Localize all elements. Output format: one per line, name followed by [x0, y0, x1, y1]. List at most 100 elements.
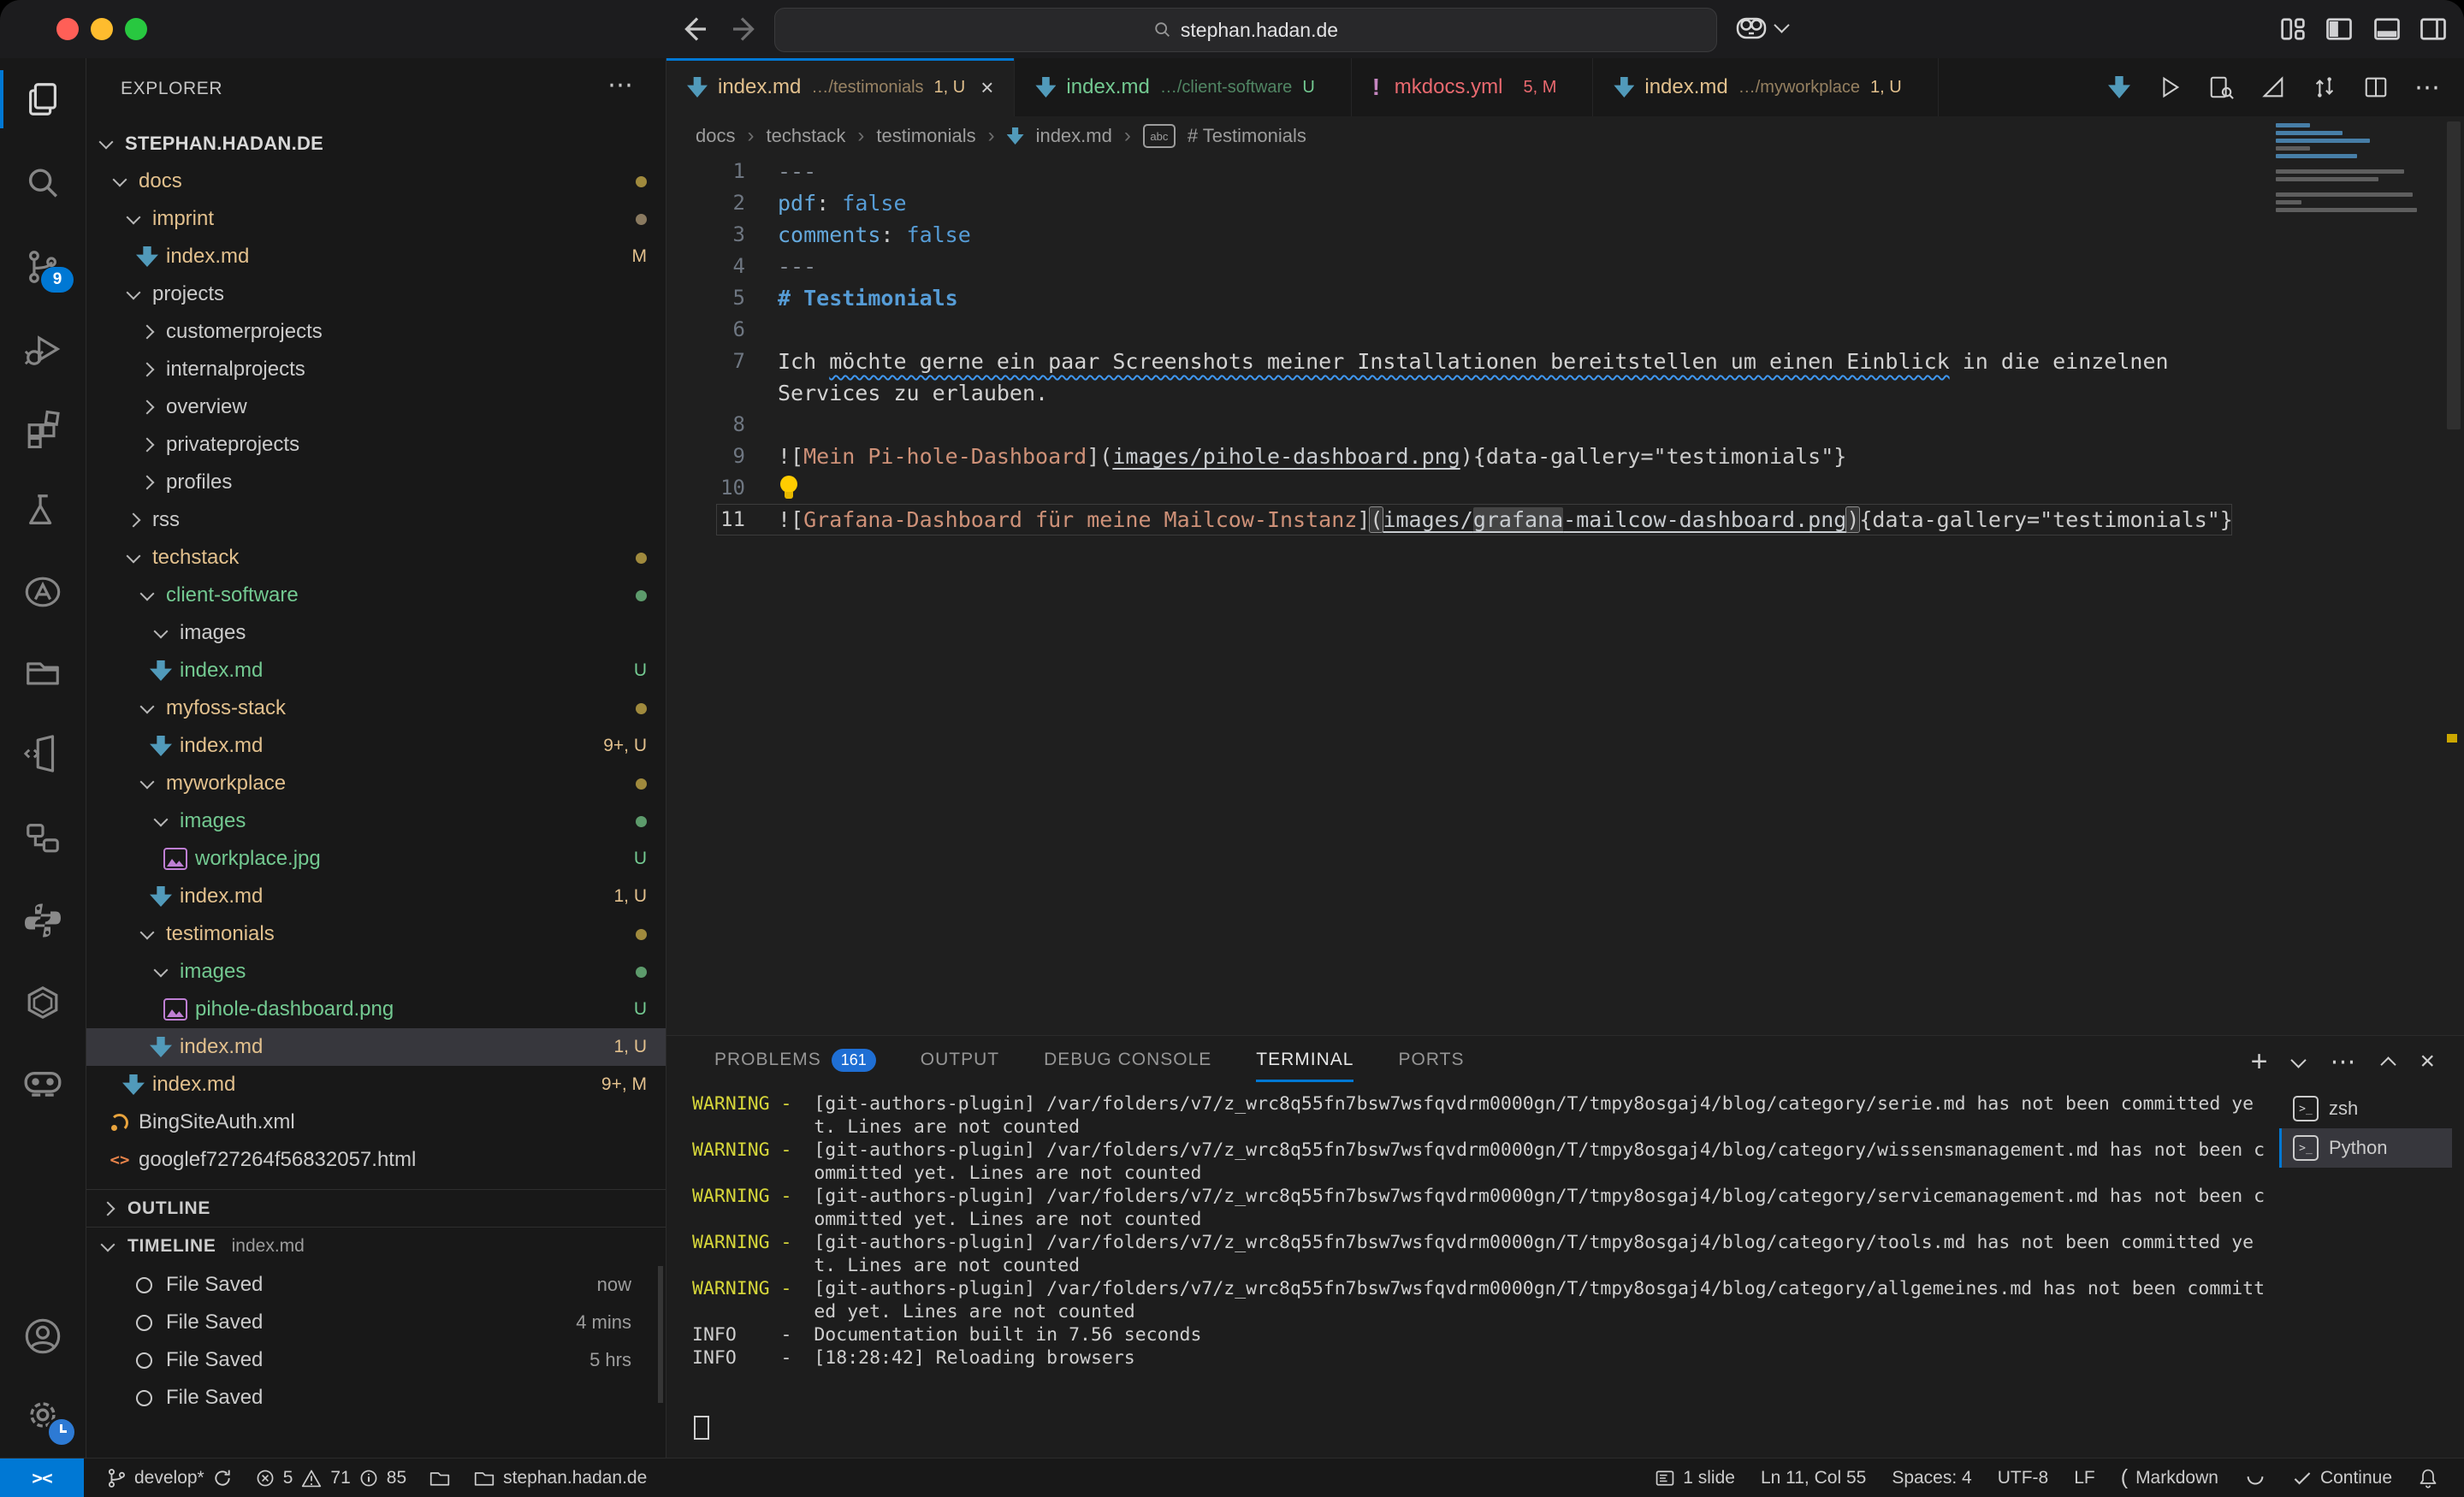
tree-row[interactable]: BingSiteAuth.xml: [86, 1104, 666, 1141]
tree-row[interactable]: images: [86, 614, 666, 652]
code-editor[interactable]: 1--- 2pdf: false 3comments: false 4--- 5…: [666, 156, 2464, 1036]
settings-gear-icon[interactable]: [0, 1376, 86, 1454]
git-branch-item[interactable]: develop*: [106, 1467, 233, 1489]
panel-more-actions-icon[interactable]: ⋯: [2330, 1047, 2357, 1077]
editor-tab[interactable]: index.md …/myworkplace 1, U: [1593, 58, 1938, 116]
compare-changes-icon[interactable]: [2312, 74, 2337, 100]
tree-row[interactable]: index.md M: [86, 238, 666, 275]
explorer-more-actions-icon[interactable]: ⋯: [607, 70, 635, 100]
sidebar-scrollbar[interactable]: [658, 1266, 663, 1403]
timeline-item[interactable]: File Saved 4 mins: [86, 1304, 654, 1341]
toggle-primary-sidebar-icon[interactable]: [2324, 14, 2354, 44]
tree-row[interactable]: index.md 9+, U: [86, 727, 666, 765]
close-window-button[interactable]: [56, 18, 79, 40]
tree-row[interactable]: index.md U: [86, 652, 666, 689]
run-button[interactable]: [2156, 74, 2182, 100]
customize-layout-icon[interactable]: [2277, 14, 2308, 44]
toggle-secondary-sidebar-icon[interactable]: [2418, 14, 2449, 44]
editor-tab[interactable]: ! mkdocs.yml 5, M: [1352, 58, 1594, 116]
terminal-profile-dropdown-icon[interactable]: [2291, 1052, 2307, 1068]
tree-row[interactable]: testimonials: [86, 915, 666, 953]
tree-row[interactable]: images: [86, 802, 666, 840]
slides-item[interactable]: 1 slide: [1655, 1468, 1735, 1488]
breadcrumb-testimonials[interactable]: testimonials: [876, 125, 975, 147]
tree-row[interactable]: rss: [86, 501, 666, 539]
project-boxes-icon[interactable]: [0, 798, 86, 877]
tree-row[interactable]: myworkplace: [86, 765, 666, 802]
editor-tab[interactable]: index.md …/client-software U: [1015, 58, 1351, 116]
address-bar[interactable]: stephan.hadan.de: [774, 8, 1717, 52]
panel-tab[interactable]: PORTS: [1376, 1036, 1486, 1084]
tree-row[interactable]: overview: [86, 388, 666, 426]
timeline-item[interactable]: File Saved: [86, 1379, 654, 1417]
tree-row[interactable]: images: [86, 953, 666, 991]
tree-row[interactable]: googlef727264f56832057.html: [86, 1141, 666, 1179]
extensions-icon[interactable]: [0, 389, 86, 468]
outline-section-header[interactable]: OUTLINE: [86, 1189, 666, 1228]
tree-row[interactable]: STEPHAN.HADAN.DE: [86, 125, 666, 163]
split-editor-icon[interactable]: [2363, 74, 2389, 100]
breadcrumb-file[interactable]: index.md: [1036, 125, 1112, 147]
tree-row[interactable]: myfoss-stack: [86, 689, 666, 727]
maximize-panel-icon[interactable]: [2381, 1056, 2396, 1072]
more-actions-icon[interactable]: ⋯: [2414, 73, 2442, 103]
folder-extension-icon[interactable]: [0, 633, 86, 712]
toggle-panel-icon[interactable]: [2372, 14, 2402, 44]
hexagon-extension-icon[interactable]: [0, 963, 86, 1042]
panel-tab[interactable]: PROBLEMS 161: [692, 1036, 898, 1084]
back-icon[interactable]: [676, 12, 710, 46]
markdown-preview-side-icon[interactable]: [2260, 74, 2286, 100]
testing-flask-icon[interactable]: [0, 471, 86, 550]
live-preview-icon[interactable]: [0, 714, 86, 793]
new-terminal-button[interactable]: +: [2251, 1045, 2268, 1079]
owl-eyes-extension-icon[interactable]: [0, 1044, 86, 1122]
close-panel-icon[interactable]: ×: [2420, 1047, 2435, 1076]
breadcrumb-techstack[interactable]: techstack: [766, 125, 845, 147]
tree-row[interactable]: docs: [86, 163, 666, 200]
panel-tab[interactable]: OUTPUT: [898, 1036, 1022, 1084]
terminal-instance[interactable]: >_ zsh: [2281, 1089, 2452, 1128]
workspace-folder-item[interactable]: stephan.hadan.de: [473, 1468, 647, 1488]
python-icon[interactable]: [0, 881, 86, 960]
panel-tab[interactable]: TERMINAL: [1234, 1036, 1376, 1084]
tree-row[interactable]: workplace.jpg U: [86, 840, 666, 878]
tree-row[interactable]: index.md 1, U: [86, 1028, 666, 1066]
eol-item[interactable]: LF: [2074, 1468, 2095, 1488]
minimize-window-button[interactable]: [91, 18, 113, 40]
encoding-item[interactable]: UTF-8: [1998, 1468, 2049, 1488]
tree-row[interactable]: profiles: [86, 464, 666, 501]
tree-row[interactable]: client-software: [86, 577, 666, 614]
panel-tab[interactable]: DEBUG CONSOLE: [1022, 1036, 1234, 1084]
markdown-arrow-icon[interactable]: [2108, 76, 2130, 98]
cursor-position-item[interactable]: Ln 11, Col 55: [1761, 1468, 1866, 1488]
workspace-icon-item[interactable]: [429, 1468, 451, 1488]
tree-row[interactable]: customerprojects: [86, 313, 666, 351]
tree-row[interactable]: projects: [86, 275, 666, 313]
tree-row[interactable]: internalprojects: [86, 351, 666, 388]
timeline-item[interactable]: File Saved now: [86, 1266, 654, 1304]
notifications-item[interactable]: [2418, 1467, 2438, 1489]
tree-row[interactable]: privateprojects: [86, 426, 666, 464]
a-circle-extension-icon[interactable]: [0, 553, 86, 631]
continue-item[interactable]: Continue: [2292, 1468, 2392, 1488]
remote-indicator[interactable]: ><: [0, 1459, 84, 1497]
editor-tab[interactable]: index.md …/testimonials 1, U ×: [666, 58, 1015, 116]
search-icon[interactable]: [0, 145, 86, 223]
editor-scrollbar[interactable]: [2447, 121, 2461, 429]
terminal-instance[interactable]: >_ Python: [2281, 1128, 2452, 1168]
zoom-window-button[interactable]: [125, 18, 147, 40]
language-mode-item[interactable]: ( Markdown: [2121, 1465, 2218, 1490]
timeline-section-header[interactable]: TIMELINE index.md: [86, 1227, 666, 1265]
timeline-item[interactable]: File Saved 5 hrs: [86, 1341, 654, 1379]
minimap[interactable]: [2276, 123, 2421, 251]
tree-row[interactable]: index.md 9+, M: [86, 1066, 666, 1104]
accounts-icon[interactable]: [0, 1297, 86, 1376]
indentation-item[interactable]: Spaces: 4: [1892, 1468, 1971, 1488]
open-preview-icon[interactable]: [2207, 74, 2235, 100]
browser-profile-menu[interactable]: [1735, 12, 1787, 41]
source-control-icon[interactable]: 9: [0, 228, 86, 306]
explorer-icon[interactable]: [0, 60, 86, 139]
breadcrumb-docs[interactable]: docs: [696, 125, 735, 147]
tree-row[interactable]: index.md 1, U: [86, 878, 666, 915]
lightbulb-icon[interactable]: [778, 476, 800, 501]
